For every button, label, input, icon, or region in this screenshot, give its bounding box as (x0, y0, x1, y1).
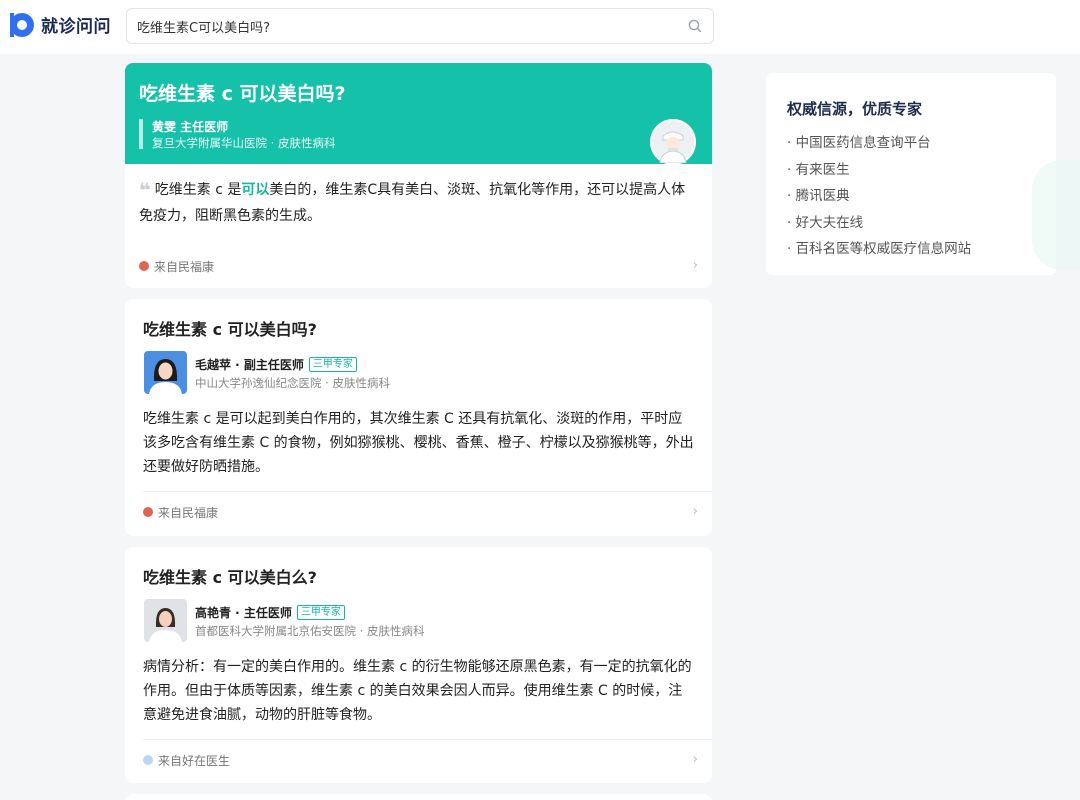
source-list-item[interactable]: · 百科名医等权威医疗信息网站 (787, 236, 971, 263)
doctor-info: 高艳青 · 主任医师 三甲专家 (195, 604, 345, 621)
chevron-right-icon[interactable]: › (693, 504, 698, 519)
doctor-avatar (650, 119, 696, 165)
source-label: 来自好在医生 (158, 753, 231, 768)
doctor-avatar (144, 351, 187, 394)
accent-bar (139, 119, 143, 149)
chevron-right-icon[interactable]: › (693, 752, 698, 767)
question-title: 吃维生素 c 可以美白吗? (143, 320, 317, 339)
expert-badge: 三甲专家 (308, 357, 357, 372)
doctor-photo-icon (144, 599, 187, 642)
doctor-name: 黄雯 主任医师 (152, 120, 229, 134)
logo-text: 就诊问问 (41, 17, 111, 37)
expert-badge: 三甲专家 (296, 605, 345, 620)
site-logo[interactable]: 就诊问问 (10, 12, 111, 37)
answer-text-part: 吃维生素 c 是 (154, 182, 242, 198)
doctor-info: 毛越苹 · 副主任医师 三甲专家 (195, 356, 357, 373)
answer-text: 吃维生素 c 是可以起到美白作用的，其次维生素 C 还具有抗氧化、淡斑的作用，平… (143, 411, 694, 475)
quote-icon: ❝ (139, 178, 151, 202)
doctor-hospital: 复旦大学附属华山医院 · 皮肤性病科 (152, 136, 336, 150)
answer-source[interactable]: 来自民福康 (139, 256, 214, 276)
source-logo-icon (143, 507, 153, 517)
question-title: 吃维生素 c 可以美白吗? (139, 83, 346, 105)
answer-text: 病情分析：有一定的美白作用的。维生素 c 的衍生物能够还原黑色素，有一定的抗氧化… (143, 659, 692, 723)
source-logo-icon (143, 755, 153, 765)
divider (143, 491, 712, 492)
featured-answer-card[interactable]: 吃维生素 c 可以美白吗? 黄雯 主任医师 复旦大学附属华山医院 · 皮肤性病科… (125, 63, 712, 288)
answer-source[interactable]: 来自好在医生 (143, 750, 230, 770)
search-icon[interactable] (687, 18, 703, 34)
answer-card[interactable]: 吃维生素 c 可以美白吗? 毛越苹 · 副主任医师 三甲专家 中山大学孙逸仙纪念… (125, 299, 712, 536)
answer-card[interactable]: 吃维生素 c 可以美白么? 高艳青 · 主任医师 三甲专家 首都医科大学附属北京… (125, 547, 712, 783)
divider (143, 739, 712, 740)
source-list-item[interactable]: · 有来医生 (787, 157, 971, 184)
source-list-item[interactable]: · 好大夫在线 (787, 210, 971, 237)
doctor-photo-icon (144, 351, 187, 394)
chevron-right-icon[interactable]: › (693, 258, 698, 273)
source-label: 来自民福康 (158, 505, 219, 520)
top-header: 就诊问问 (0, 0, 1080, 54)
doctor-avatar (144, 599, 187, 642)
answer-source[interactable]: 来自民福康 (143, 502, 218, 522)
source-list-item[interactable]: · 中国医药信息查询平台 (787, 130, 971, 157)
authority-sources-panel: 权威信源，优质专家 · 中国医药信息查询平台 · 有来医生 · 腾讯医典 · 好… (766, 73, 1056, 275)
source-label: 来自民福康 (154, 259, 215, 274)
search-input[interactable] (137, 9, 677, 43)
featured-banner: 吃维生素 c 可以美白吗? 黄雯 主任医师 复旦大学附属华山医院 · 皮肤性病科 (125, 63, 712, 165)
answer-highlight: 可以 (241, 182, 270, 198)
panel-title: 权威信源，优质专家 (787, 100, 923, 118)
logo-icon (10, 12, 34, 37)
source-list: · 中国医药信息查询平台 · 有来医生 · 腾讯医典 · 好大夫在线 · 百科名… (787, 130, 971, 263)
doctor-avatar-icon (652, 121, 694, 164)
source-list-item[interactable]: · 腾讯医典 (787, 183, 971, 210)
doctor-hospital: 首都医科大学附属北京佑安医院 · 皮肤性病科 (195, 624, 425, 638)
doctor-name: 毛越苹 · 副主任医师 (195, 358, 304, 372)
source-logo-icon (139, 261, 149, 271)
question-title: 吃维生素 c 可以美白么? (143, 568, 317, 587)
search-box[interactable] (126, 8, 714, 44)
answer-text: ❝ 吃维生素 c 是可以美白的，维生素C具有美白、淡斑、抗氧化等作用，还可以提高人… (139, 177, 699, 229)
answer-card[interactable] (125, 794, 712, 800)
doctor-hospital: 中山大学孙逸仙纪念医院 · 皮肤性病科 (195, 376, 390, 390)
doctor-name: 高艳青 · 主任医师 (195, 606, 292, 620)
decorative-shape (1032, 160, 1080, 270)
